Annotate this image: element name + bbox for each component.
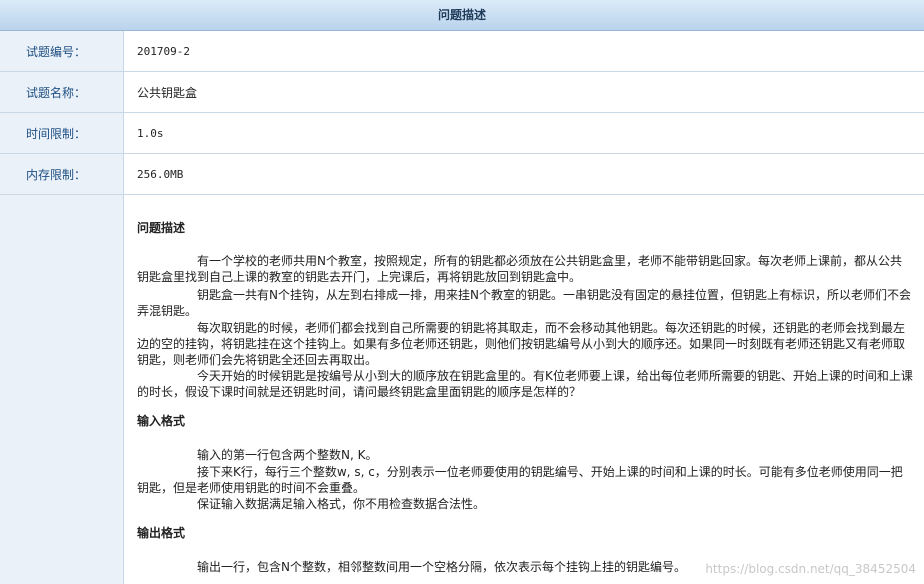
section-title-problem: 问题描述 [137,221,186,235]
input-paragraph: 输入的第一行包含两个整数N, K。 [197,448,378,462]
problem-paragraph: 今天开始的时候钥匙是按编号从小到大的顺序放在钥匙盒里的。有K位老师要上课，给出每… [137,369,913,399]
field-value: 201709-2 [137,44,190,58]
field-label: 内存限制： [0,154,124,194]
description-row: 问题描述 有一个学校的老师共用N个教室，按照规定，所有的钥匙都必须放在公共钥匙盒… [0,195,924,584]
problem-paragraph: 每次取钥匙的时候，老师们都会找到自己所需要的钥匙将其取走，而不会移动其他钥匙。每… [137,321,906,367]
field-value: 256.0MB [137,167,184,181]
field-value: 公共钥匙盒 [137,85,198,100]
watermark: https://blog.csdn.net/qq_38452504 [705,562,916,576]
section-title-output: 输出格式 [137,526,186,540]
input-paragraph: 保证输入数据满足输入格式，你不用检查数据合法性。 [197,497,486,511]
problem-paragraph: 钥匙盒一共有N个挂钩，从左到右排成一排，用来挂N个教室的钥匙。一串钥匙没有固定的… [137,288,911,318]
field-row-id: 试题编号： 201709-2 [0,31,924,72]
field-row-name: 试题名称： 公共钥匙盒 [0,72,924,113]
input-paragraph: 接下来K行，每行三个整数w, s, c，分别表示一位老师要使用的钥匙编号、开始上… [137,465,903,495]
field-label: 时间限制： [0,113,124,153]
field-label: 试题编号： [0,31,124,71]
field-row-memory-limit: 内存限制： 256.0MB [0,154,924,195]
description-label-cell [0,195,124,584]
field-value: 1.0s [137,126,164,140]
field-label: 试题名称： [0,72,124,112]
problem-paragraph: 有一个学校的老师共用N个教室，按照规定，所有的钥匙都必须放在公共钥匙盒里，老师不… [137,254,902,284]
section-title-input: 输入格式 [137,414,186,428]
panel-header: 问题描述 [0,0,924,31]
field-row-time-limit: 时间限制： 1.0s [0,113,924,154]
